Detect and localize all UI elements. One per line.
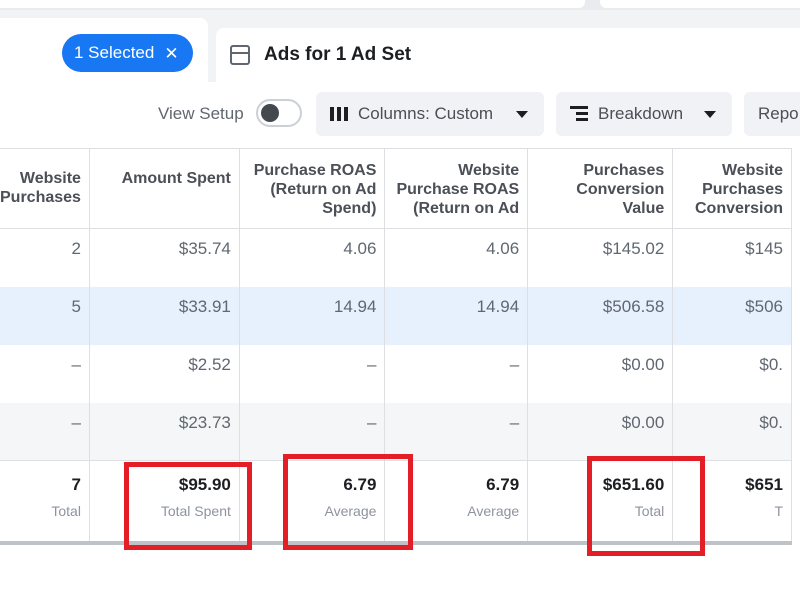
total-value: 7	[71, 475, 81, 494]
columns-icon	[330, 107, 348, 121]
col-header-website-purchases[interactable]: Website Purchases	[0, 148, 90, 229]
table-cell: –	[0, 402, 90, 461]
reports-button[interactable]: Repo	[744, 92, 800, 136]
table-cell: 4.06	[239, 228, 386, 287]
table-cell: $33.91	[89, 286, 240, 345]
table-cell: 14.94	[384, 286, 529, 345]
col-header-purchase-roas[interactable]: Purchase ROAS (Return on Ad Spend)	[239, 148, 386, 229]
table-cell: $0.	[672, 344, 792, 403]
highlight-box-amount-spent	[124, 462, 252, 550]
total-label: Total	[51, 503, 81, 519]
close-icon[interactable]: ✕	[164, 45, 178, 62]
selected-count-label: 1 Selected	[74, 43, 155, 62]
table-cell: –	[384, 402, 529, 461]
table-cell: 14.94	[239, 286, 386, 345]
table-cell: $2.52	[89, 344, 240, 403]
table-cell: $0.00	[527, 402, 674, 461]
browser-top-strip	[0, 0, 800, 10]
top-bar-left	[0, 0, 585, 8]
table-cell: –	[239, 344, 386, 403]
table-cell: $506.58	[527, 286, 674, 345]
table-row[interactable]: 5 $33.91 14.94 14.94 $506.58 $506	[0, 286, 792, 345]
highlight-box-conversion-value	[587, 456, 705, 556]
view-setup-toggle[interactable]	[256, 99, 302, 127]
breakdown-button[interactable]: Breakdown	[556, 92, 732, 136]
chevron-down-icon	[516, 110, 528, 118]
table-cell: $0.	[672, 402, 792, 461]
chevron-down-icon	[704, 110, 716, 118]
columns-label: Columns: Custom	[358, 104, 494, 123]
table-cell: $506	[672, 286, 792, 345]
col-header-website-purchase-roas[interactable]: Website Purchase ROAS (Return on Ad	[384, 148, 529, 229]
table-cell: $23.73	[89, 402, 240, 461]
table-cell: 4.06	[384, 228, 529, 287]
col-header-amount-spent[interactable]: Amount Spent	[89, 148, 240, 229]
col-header-website-purchases-conversion[interactable]: Website Purchases Conversion	[672, 148, 792, 229]
table-cell: $35.74	[89, 228, 240, 287]
table-row[interactable]: – $23.73– – $0.00 $0.	[0, 402, 792, 461]
highlight-box-purchase-roas	[283, 454, 413, 550]
table-row[interactable]: 2 $35.74 4.06 4.06 $145.02 $145	[0, 228, 792, 287]
toggle-knob	[261, 104, 279, 122]
view-setup-label: View Setup	[158, 104, 244, 123]
table-cell: –	[239, 402, 386, 461]
table-cell: 5	[0, 286, 90, 345]
tab-ads-label: Ads for 1 Ad Set	[264, 44, 412, 65]
ad-icon	[230, 45, 250, 65]
table-cell: –	[0, 344, 90, 403]
header-row: Website Purchases Amount Spent Purchase R…	[0, 148, 792, 229]
columns-button[interactable]: Columns: Custom	[316, 92, 544, 136]
table-cell: 2	[0, 228, 90, 287]
table-row[interactable]: – $2.52– – $0.00 $0.	[0, 344, 792, 403]
total-cell: 7 Total	[0, 460, 90, 545]
toolbar: View Setup Columns: Custom Breakdown Rep…	[0, 82, 800, 148]
top-bar-right	[600, 0, 800, 8]
table-cell: –	[384, 344, 529, 403]
tab-ads[interactable]: Ads for 1 Ad Set	[216, 28, 800, 82]
breakdown-label: Breakdown	[598, 104, 684, 123]
table-cell: $145.02	[527, 228, 674, 287]
breakdown-icon	[570, 106, 588, 122]
reports-label: Repo	[758, 104, 799, 123]
selected-filter-pill[interactable]: 1 Selected ✕	[62, 34, 193, 72]
table-cell: $0.00	[527, 344, 674, 403]
col-header-purchases-conversion-value[interactable]: Purchases Conversion Value	[527, 148, 674, 229]
table-cell: $145	[672, 228, 792, 287]
